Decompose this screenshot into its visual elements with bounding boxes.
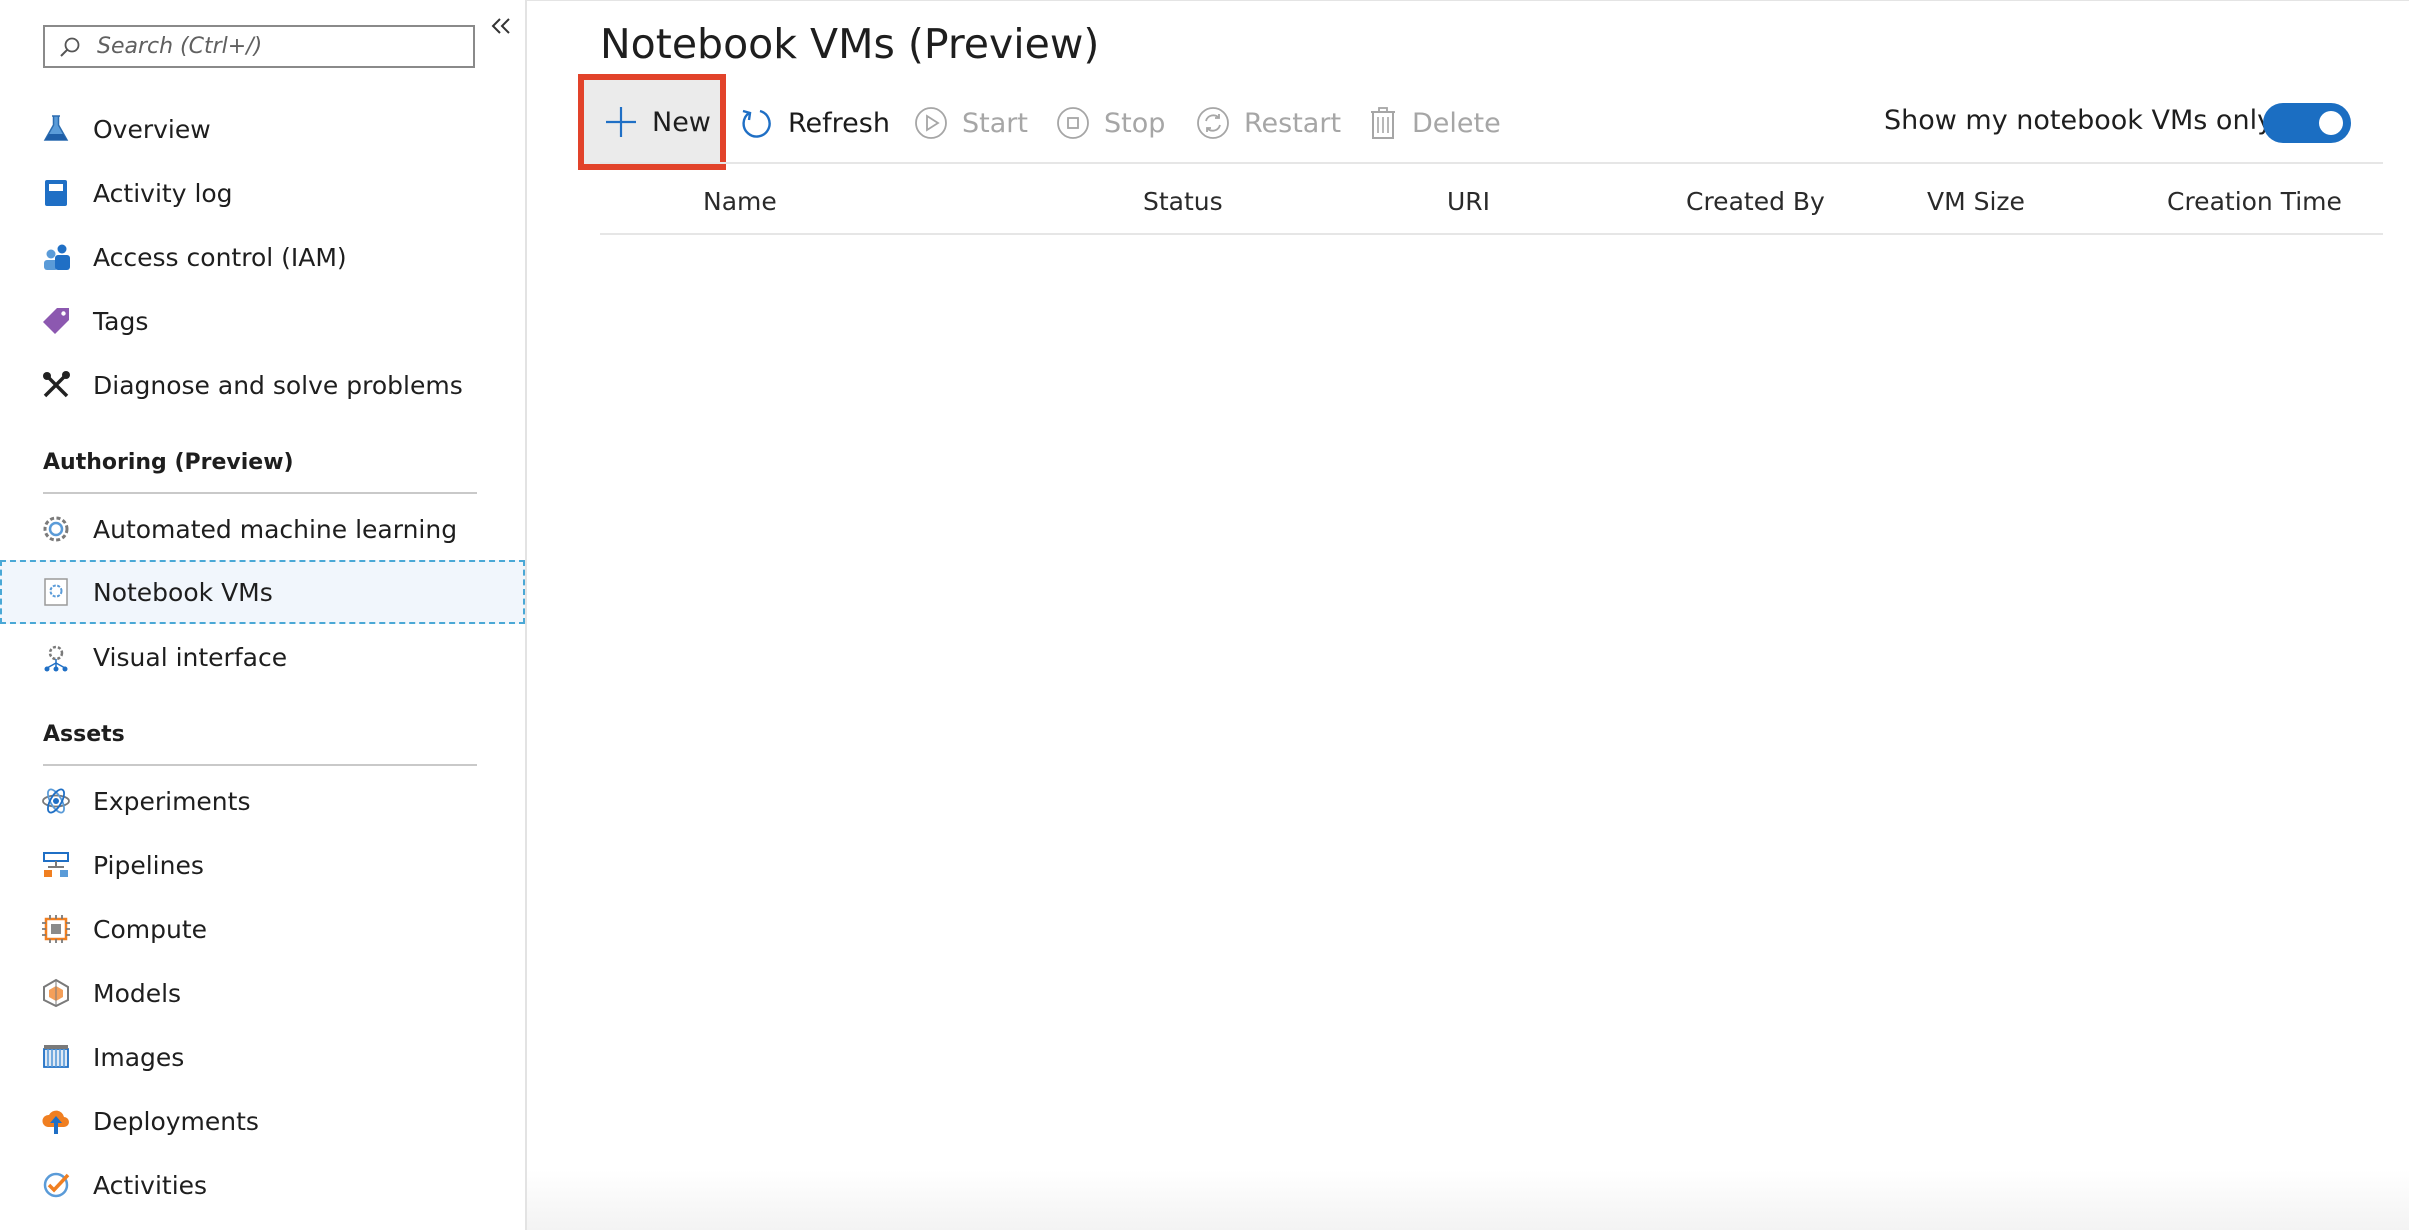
column-header-uri[interactable]: URI — [1447, 187, 1490, 216]
flask-icon — [43, 115, 69, 141]
section-divider — [43, 492, 477, 494]
toolbar-divider — [600, 162, 2383, 164]
sidebar-item-diagnose[interactable]: Diagnose and solve problems — [0, 354, 525, 416]
refresh-icon — [742, 109, 771, 138]
section-title-assets: Assets — [43, 722, 125, 747]
network-icon — [44, 645, 68, 672]
sidebar-item-label: Overview — [93, 114, 211, 144]
show-my-vms-toggle[interactable] — [2263, 103, 2351, 143]
sidebar-item-label: Deployments — [93, 1106, 259, 1136]
column-header-status[interactable]: Status — [1143, 187, 1223, 216]
new-button[interactable]: New — [578, 74, 726, 170]
sidebar-item-label: Automated machine learning — [93, 514, 458, 544]
new-button-label: New — [652, 106, 711, 138]
sidebar-item-label: Visual interface — [93, 642, 288, 672]
search-box[interactable] — [43, 25, 475, 68]
sidebar-item-experiments[interactable]: Experiments — [0, 770, 525, 832]
delete-button[interactable]: Delete — [1368, 98, 1501, 148]
toggle-label: Show my notebook VMs only — [1884, 105, 2274, 136]
model-icon — [43, 978, 69, 1008]
play-circle-icon — [915, 107, 947, 139]
sidebar-item-label: Activity log — [93, 178, 233, 208]
column-header-created-by[interactable]: Created By — [1686, 187, 1825, 216]
sidebar-item-label: Notebook VMs — [93, 577, 273, 607]
start-button-label: Start — [962, 107, 1028, 139]
people-icon — [44, 244, 70, 270]
delete-button-label: Delete — [1412, 107, 1501, 139]
sidebar-item-deployments[interactable]: Deployments — [0, 1090, 525, 1152]
sidebar-divider — [525, 0, 527, 1230]
sidebar-item-images[interactable]: Images — [0, 1026, 525, 1088]
pipeline-icon — [43, 852, 69, 877]
search-icon — [60, 37, 80, 57]
refresh-button[interactable]: Refresh — [738, 98, 890, 148]
restart-button-label: Restart — [1244, 107, 1342, 139]
stop-button-label: Stop — [1104, 107, 1166, 139]
stop-circle-icon — [1057, 107, 1089, 139]
column-header-creation-time[interactable]: Creation Time — [2167, 187, 2342, 216]
sidebar-item-label: Tags — [93, 306, 149, 336]
wrench-icon — [43, 371, 70, 398]
section-divider — [43, 764, 477, 766]
table-header-divider — [600, 233, 2383, 235]
sidebar-item-label: Access control (IAM) — [93, 242, 347, 272]
sidebar-item-notebook-vms[interactable]: Notebook VMs — [0, 560, 525, 624]
sidebar-item-access-control[interactable]: Access control (IAM) — [0, 226, 525, 288]
page-title: Notebook VMs (Preview) — [600, 20, 1100, 68]
sidebar-item-label: Images — [93, 1042, 185, 1072]
sidebar-item-label: Pipelines — [93, 850, 204, 880]
tag-icon — [43, 308, 69, 334]
book-icon — [45, 180, 67, 206]
column-header-name[interactable]: Name — [703, 187, 777, 216]
sidebar-item-overview[interactable]: Overview — [0, 98, 525, 160]
sidebar-item-label: Activities — [93, 1170, 208, 1200]
restart-icon — [1197, 107, 1229, 139]
sidebar-item-automated-ml[interactable]: Automated machine learning — [0, 498, 525, 560]
cloud-upload-icon — [42, 1110, 69, 1134]
sidebar-item-models[interactable]: Models — [0, 962, 525, 1024]
start-button[interactable]: Start — [914, 98, 1028, 148]
sidebar-item-activities[interactable]: Activities — [0, 1154, 525, 1216]
sidebar-item-label: Diagnose and solve problems — [93, 370, 463, 400]
gear-icon — [43, 516, 69, 542]
sidebar-item-tags[interactable]: Tags — [0, 290, 525, 352]
sidebar: Overview Activity log Access control (IA… — [0, 0, 525, 1230]
sidebar-item-activity-log[interactable]: Activity log — [0, 162, 525, 224]
sidebar-item-label: Compute — [93, 914, 208, 944]
notebook-icon — [44, 578, 68, 606]
stop-button[interactable]: Stop — [1056, 98, 1165, 148]
atom-icon — [42, 788, 70, 814]
images-icon — [43, 1045, 69, 1068]
sidebar-item-label: Models — [93, 978, 182, 1008]
trash-icon — [1371, 107, 1395, 139]
refresh-button-label: Refresh — [788, 107, 890, 139]
search-input[interactable] — [97, 34, 437, 59]
sidebar-item-pipelines[interactable]: Pipelines — [0, 834, 525, 896]
column-header-vm-size[interactable]: VM Size — [1927, 187, 2025, 216]
sidebar-item-visual-interface[interactable]: Visual interface — [0, 626, 525, 688]
plus-icon — [606, 107, 636, 137]
bottom-shade — [527, 1170, 2409, 1230]
restart-button[interactable]: Restart — [1196, 98, 1341, 148]
chip-icon — [42, 915, 70, 943]
check-circle-icon — [43, 1172, 70, 1198]
section-title-authoring: Authoring (Preview) — [43, 450, 294, 475]
sidebar-item-compute[interactable]: Compute — [0, 898, 525, 960]
toggle-knob — [2319, 111, 2343, 135]
collapse-sidebar-icon[interactable] — [487, 12, 515, 40]
sidebar-item-label: Experiments — [93, 786, 251, 816]
